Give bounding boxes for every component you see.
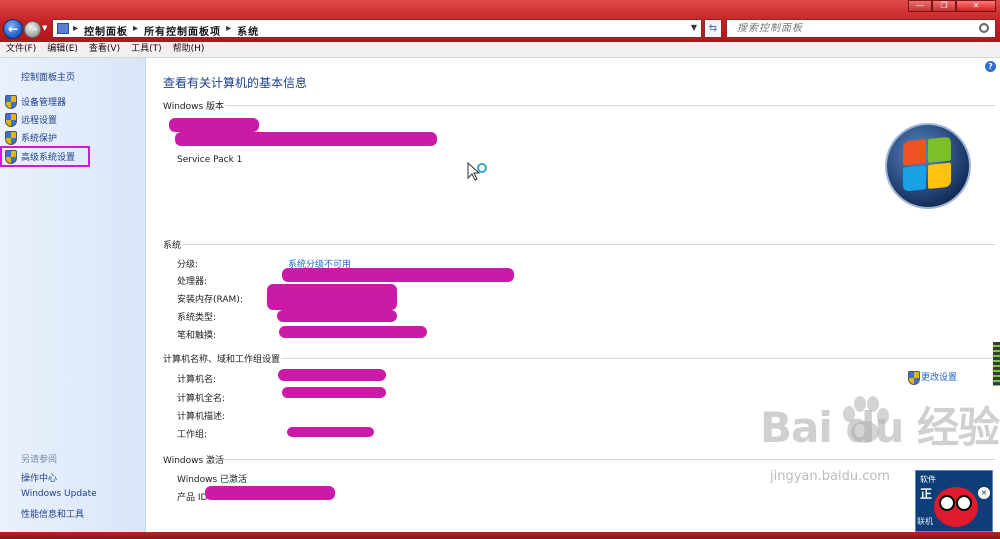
refresh-button[interactable]: ⇆ xyxy=(704,19,722,38)
breadcrumb-item-system[interactable]: 系统 xyxy=(237,23,259,38)
breadcrumb-separator-icon: ▸ xyxy=(226,23,233,34)
redacted-pen-touch xyxy=(279,326,427,338)
mascot-close-icon[interactable]: × xyxy=(978,487,990,499)
address-bar[interactable]: ▸ 控制面板 ▸ 所有控制面板项 ▸ 系统 ▼ xyxy=(52,19,702,38)
uac-shield-icon xyxy=(4,95,17,109)
change-settings-link[interactable]: 更改设置 xyxy=(907,370,958,385)
back-button[interactable]: ← xyxy=(3,19,23,39)
baidu-paw-icon xyxy=(843,396,889,443)
ram-label: 安装内存(RAM): xyxy=(177,295,243,305)
device-manager-label: 设备管理器 xyxy=(21,97,67,108)
remote-settings-link[interactable]: 远程设置 xyxy=(4,112,58,127)
control-panel-icon xyxy=(57,23,69,34)
pen-touch-label: 笔和触摸: xyxy=(177,331,217,341)
mascot-line-2: 正 xyxy=(920,487,933,501)
menu-edit[interactable]: 编辑(E) xyxy=(47,42,78,57)
minimize-button[interactable]: — xyxy=(908,0,932,12)
window-titlebar: ← → ▼ ▸ 控制面板 ▸ 所有控制面板项 ▸ 系统 ▼ ⇆ — ❐ ✕ xyxy=(0,0,1000,42)
window-controls: — ❐ ✕ xyxy=(908,0,996,12)
computer-name-label: 计算机名: xyxy=(177,375,217,385)
uac-shield-icon xyxy=(4,113,17,127)
full-computer-name-label: 计算机全名: xyxy=(177,394,226,404)
breadcrumb-item-all-items[interactable]: 所有控制面板项 xyxy=(144,23,221,38)
uac-shield-icon xyxy=(4,131,17,145)
highlight-box xyxy=(0,146,90,167)
section-windows-edition: Windows 版本 xyxy=(163,102,225,112)
back-arrow-icon: ← xyxy=(8,22,19,36)
activation-status-text: Windows 已激活 xyxy=(177,475,248,485)
search-icon[interactable] xyxy=(979,23,989,33)
search-box[interactable] xyxy=(726,19,996,38)
breadcrumb: ▸ 控制面板 ▸ 所有控制面板项 ▸ 系统 xyxy=(73,23,259,38)
change-settings-label: 更改设置 xyxy=(921,373,958,383)
windows-logo-icon xyxy=(885,123,971,209)
remote-settings-label: 远程设置 xyxy=(21,115,58,126)
redacted-full-name xyxy=(282,387,386,398)
menu-file[interactable]: 文件(F) xyxy=(6,42,36,57)
see-also-heading: 另请参阅 xyxy=(21,455,58,465)
section-computer-name: 计算机名称、域和工作组设置 xyxy=(163,355,281,365)
uac-shield-icon xyxy=(907,370,920,385)
computer-description-label: 计算机描述: xyxy=(177,412,226,422)
breadcrumb-item-control-panel[interactable]: 控制面板 xyxy=(84,23,128,38)
forward-button[interactable]: → xyxy=(24,21,41,38)
section-divider xyxy=(281,358,995,359)
refresh-icon: ⇆ xyxy=(708,23,718,34)
redacted-workgroup xyxy=(287,427,374,437)
rating-label: 分级: xyxy=(177,260,199,270)
service-pack-text: Service Pack 1 xyxy=(177,155,243,165)
close-button[interactable]: ✕ xyxy=(956,0,996,12)
mascot-line-1: 软件 xyxy=(920,475,936,484)
page-title: 查看有关计算机的基本信息 xyxy=(163,76,308,90)
menu-bar: 文件(F) 编辑(E) 查看(V) 工具(T) 帮助(H) xyxy=(0,42,1000,58)
system-protection-link[interactable]: 系统保护 xyxy=(4,130,58,145)
windows-flag-icon xyxy=(903,136,953,193)
mascot-line-3: 联机 xyxy=(917,517,933,526)
search-input[interactable] xyxy=(737,22,967,35)
redacted-edition xyxy=(169,118,259,132)
breadcrumb-separator-icon: ▸ xyxy=(133,23,140,34)
redacted-processor xyxy=(282,268,514,282)
forward-arrow-icon: → xyxy=(29,24,38,35)
control-panel-home-link[interactable]: 控制面板主页 xyxy=(21,70,75,83)
section-divider xyxy=(225,105,995,106)
workgroup-label: 工作组: xyxy=(177,430,208,440)
watermark-url: jingyan.baidu.com xyxy=(770,469,890,484)
device-manager-link[interactable]: 设备管理器 xyxy=(4,94,67,109)
redacted-copyright xyxy=(175,132,437,146)
system-protection-label: 系统保护 xyxy=(21,133,58,144)
busy-cursor-icon xyxy=(467,162,487,181)
windows-update-link[interactable]: Windows Update xyxy=(21,489,97,499)
redacted-system-type xyxy=(277,310,397,322)
redacted-computer-name xyxy=(278,369,386,381)
address-dropdown-icon[interactable]: ▼ xyxy=(691,23,697,32)
section-system: 系统 xyxy=(163,241,182,251)
performance-info-link[interactable]: 性能信息和工具 xyxy=(21,507,84,520)
section-divider xyxy=(183,244,995,245)
side-meter-widget xyxy=(993,342,1000,386)
redacted-ram xyxy=(267,284,397,310)
maximize-button[interactable]: ❐ xyxy=(932,0,956,12)
help-icon[interactable]: ? xyxy=(985,61,996,72)
action-center-link[interactable]: 操作中心 xyxy=(21,471,57,484)
taskbar xyxy=(0,532,1000,539)
product-id-label: 产品 ID xyxy=(177,493,208,503)
mascot-face-icon xyxy=(934,487,978,527)
mascot-popup[interactable]: 软件 正 × 联机 xyxy=(915,470,993,532)
processor-label: 处理器: xyxy=(177,277,208,287)
breadcrumb-separator-icon: ▸ xyxy=(73,23,80,34)
task-pane: 控制面板主页 设备管理器 远程设置 系统保护 高级系统设置 另请参阅 操作中心 … xyxy=(0,58,146,532)
system-type-label: 系统类型: xyxy=(177,313,217,323)
redacted-product-id xyxy=(205,486,335,500)
menu-help[interactable]: 帮助(H) xyxy=(173,42,205,57)
menu-view[interactable]: 查看(V) xyxy=(89,42,120,57)
menu-tools[interactable]: 工具(T) xyxy=(131,42,162,57)
recent-pages-dropdown-icon[interactable]: ▼ xyxy=(42,24,47,32)
